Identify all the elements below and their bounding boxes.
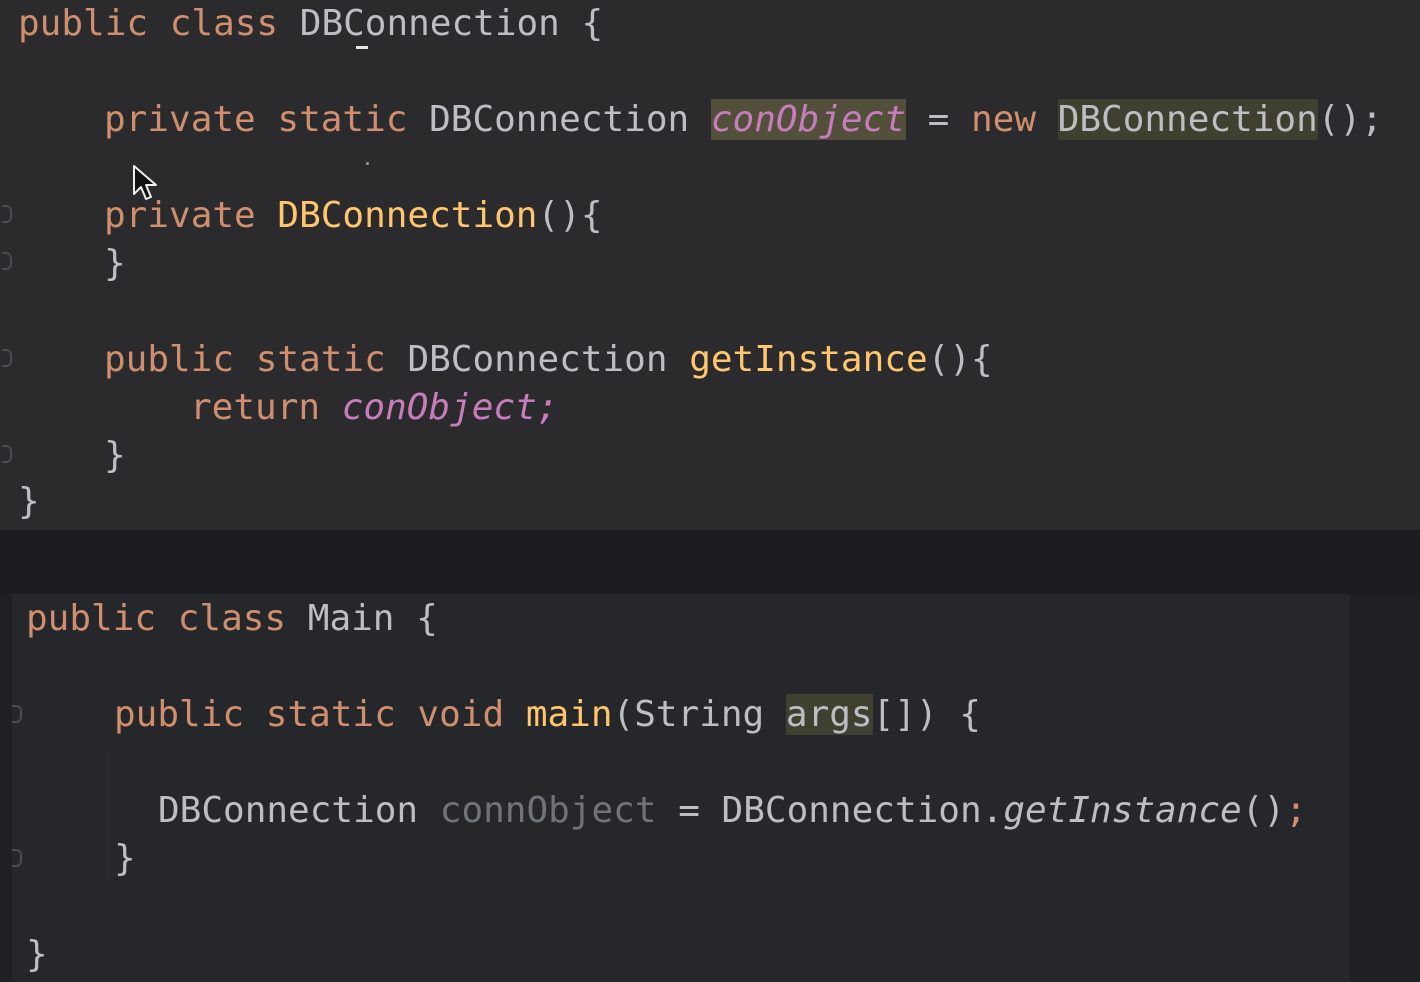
method-name: main	[525, 694, 613, 735]
class-name: Main	[307, 598, 395, 639]
code-line[interactable]: }	[26, 931, 48, 979]
punctuation: ();	[1317, 99, 1383, 140]
brace: }	[18, 481, 40, 522]
constructor-highlighted: DBConnection	[1057, 99, 1318, 140]
brace: }	[114, 838, 136, 879]
punctuation: ;	[1285, 790, 1307, 831]
fold-marker-icon[interactable]	[2, 349, 12, 367]
keyword: private static	[104, 99, 430, 140]
class-reference: DBConnection.	[721, 790, 1004, 831]
keyword: return	[190, 387, 342, 428]
punctuation: (){	[927, 339, 993, 380]
fold-marker-icon[interactable]	[12, 849, 22, 867]
fold-marker-icon[interactable]	[12, 705, 22, 723]
keyword: new	[970, 99, 1058, 140]
fold-marker-icon[interactable]	[2, 445, 12, 463]
code-line[interactable]: DBConnection connObject = DBConnection.g…	[158, 787, 1307, 835]
unused-variable: connObject	[439, 790, 657, 831]
keyword: public class	[26, 598, 308, 639]
code-line[interactable]: }	[114, 835, 136, 883]
editor-pane-dbconnection[interactable]	[0, 0, 1420, 530]
dot-mark	[366, 162, 369, 165]
punctuation: []) {	[872, 694, 981, 735]
type-name: DBConnection	[429, 99, 711, 140]
operator: =	[656, 790, 722, 831]
brace: }	[104, 435, 126, 476]
parameter-highlighted: args	[785, 694, 873, 735]
fold-marker-icon[interactable]	[2, 252, 12, 270]
brace: }	[26, 934, 48, 975]
code-line[interactable]: private DBConnection(){	[104, 192, 603, 240]
brace: }	[104, 243, 126, 284]
class-name: DBConnection	[299, 3, 560, 44]
code-line[interactable]: public class Main {	[26, 595, 438, 643]
punctuation: (String	[612, 694, 786, 735]
field-reference: conObject	[341, 387, 537, 428]
keyword: public static void	[114, 694, 526, 735]
keyword: private	[104, 195, 278, 236]
code-line[interactable]: }	[18, 478, 40, 526]
text-caret	[356, 46, 368, 49]
code-line[interactable]: return conObject;	[190, 384, 558, 432]
field-highlighted: conObject	[710, 99, 906, 140]
code-line[interactable]: }	[104, 240, 126, 288]
indent-guide	[108, 750, 109, 880]
code-line[interactable]: }	[104, 432, 126, 480]
keyword: public class	[18, 3, 300, 44]
brace: {	[394, 598, 438, 639]
method-name: getInstance	[689, 339, 928, 380]
constructor-name: DBConnection	[277, 195, 538, 236]
code-line[interactable]: public static void main(String args[]) {	[114, 691, 981, 739]
pane-divider	[0, 530, 1420, 594]
keyword: public static	[104, 339, 408, 380]
type-name: DBConnection	[407, 339, 690, 380]
brace: {	[559, 3, 604, 44]
code-line[interactable]: public class DBConnection {	[18, 0, 603, 48]
type-name: DBConnection	[158, 790, 440, 831]
code-line[interactable]: public static DBConnection getInstance()…	[104, 336, 993, 384]
operator: =	[905, 99, 971, 140]
punctuation: ()	[1241, 790, 1286, 831]
static-method-call: getInstance	[1003, 790, 1242, 831]
code-line[interactable]: private static DBConnection conObject = …	[104, 96, 1383, 144]
punctuation: ;	[536, 387, 559, 428]
punctuation: (){	[537, 195, 603, 236]
fold-marker-icon[interactable]	[2, 205, 12, 223]
